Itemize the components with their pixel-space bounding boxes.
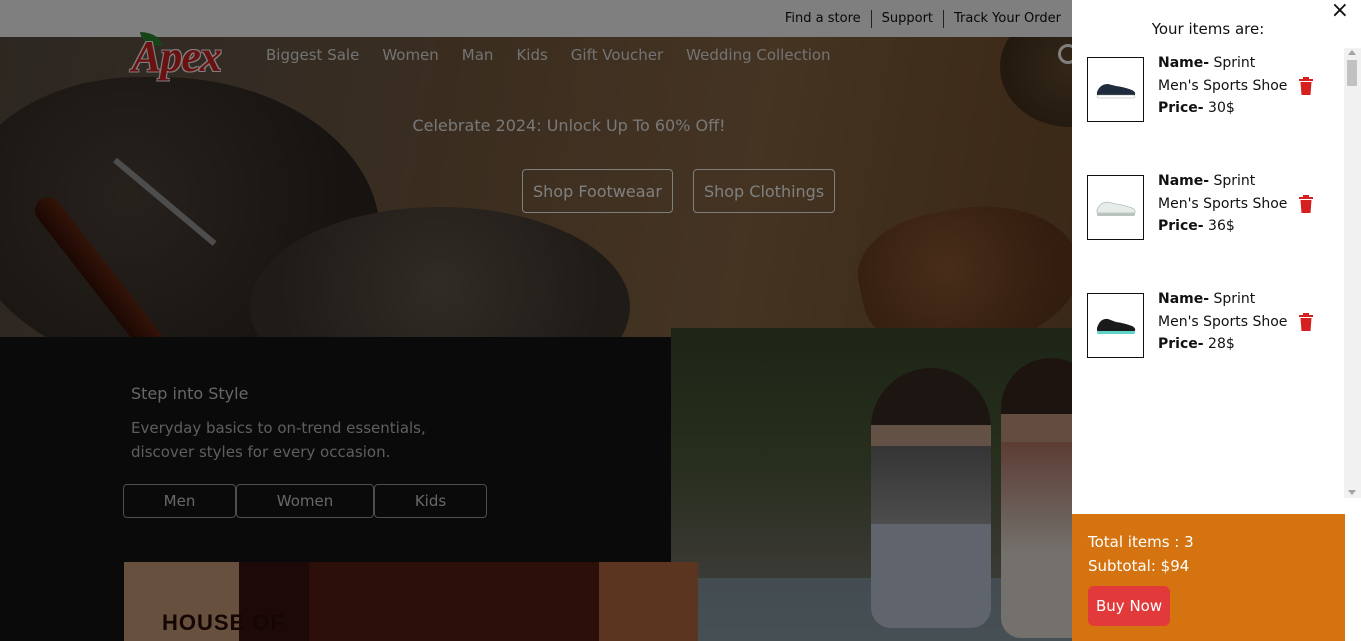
trash-icon[interactable] <box>1298 313 1314 331</box>
shoe-thumbnail <box>1087 57 1144 122</box>
cart-item: Name- Sprint Men's Sports Shoe Price- 28… <box>1087 284 1332 358</box>
cart-item: Name- Sprint Men's Sports Shoe Price- 30… <box>1087 48 1332 122</box>
scroll-thumb[interactable] <box>1347 60 1357 86</box>
cart-item-list: Name- Sprint Men's Sports Shoe Price- 30… <box>1072 48 1344 498</box>
subtotal-text: Subtotal: $94 <box>1088 557 1190 575</box>
cart-item-details: Name- Sprint Men's Sports Shoe Price- 30… <box>1158 52 1288 120</box>
shoe-icon <box>1096 201 1135 216</box>
shoe-icon <box>1096 83 1135 98</box>
cart-scrollbar[interactable] <box>1344 48 1361 498</box>
price-label: Price- <box>1158 336 1204 352</box>
cart-item-details: Name- Sprint Men's Sports Shoe Price- 36… <box>1158 170 1288 238</box>
cart-item-price: 30$ <box>1208 100 1235 116</box>
shoe-icon <box>1096 318 1135 334</box>
total-items-text: Total items : 3 <box>1088 533 1194 551</box>
scroll-down-arrow-icon[interactable] <box>1348 490 1356 495</box>
cart-summary-footer: Total items : 3 Subtotal: $94 Buy Now <box>1072 514 1345 641</box>
name-label: Name- <box>1158 173 1210 189</box>
scroll-up-arrow-icon[interactable] <box>1348 50 1356 55</box>
name-label: Name- <box>1158 55 1210 71</box>
price-label: Price- <box>1158 218 1204 234</box>
buy-now-button[interactable]: Buy Now <box>1088 586 1171 626</box>
modal-backdrop[interactable] <box>0 0 1072 641</box>
price-label: Price- <box>1158 100 1204 116</box>
cart-drawer: × Your items are: Name- Sprint Men's Spo… <box>1072 0 1361 641</box>
shoe-thumbnail <box>1087 175 1144 240</box>
shoe-thumbnail <box>1087 293 1144 358</box>
cart-item-price: 28$ <box>1208 336 1235 352</box>
cart-item-price: 36$ <box>1208 218 1235 234</box>
trash-icon[interactable] <box>1298 195 1314 213</box>
cart-item-details: Name- Sprint Men's Sports Shoe Price- 28… <box>1158 288 1288 356</box>
drawer-edge <box>1345 514 1361 641</box>
name-label: Name- <box>1158 291 1210 307</box>
cart-title: Your items are: <box>1151 20 1265 38</box>
cart-item: Name- Sprint Men's Sports Shoe Price- 36… <box>1087 166 1332 240</box>
trash-icon[interactable] <box>1298 77 1314 95</box>
